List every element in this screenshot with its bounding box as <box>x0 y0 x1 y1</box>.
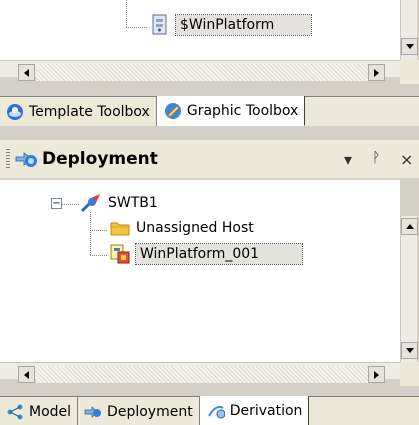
scroll-down-button[interactable] <box>401 38 418 55</box>
scroll-right-button[interactable] <box>368 366 385 383</box>
tree-item-galaxy[interactable]: SWTB1 <box>80 193 158 213</box>
folder-icon <box>110 222 130 236</box>
drag-grip-icon[interactable] <box>6 149 10 169</box>
panel-title: Deployment <box>42 149 158 169</box>
pin-icon[interactable]: ᚹ <box>372 150 380 166</box>
scroll-left-button[interactable] <box>18 366 35 383</box>
template-toolbox-icon <box>7 103 23 120</box>
tree-item-label: $WinPlatform <box>175 14 312 36</box>
tree-item-unassigned-host[interactable]: Unassigned Host <box>110 219 254 237</box>
model-icon <box>7 404 23 419</box>
tree-item-label: Unassigned Host <box>136 220 254 236</box>
chevron-down-icon <box>405 44 414 49</box>
platform-icon <box>110 244 130 264</box>
chevron-up-icon <box>405 224 414 229</box>
tab-label: Model <box>29 403 72 420</box>
scroll-up-button[interactable] <box>401 218 418 235</box>
tree-item-winplatform-template[interactable]: $WinPlatform <box>150 14 312 36</box>
scroll-track[interactable] <box>36 64 368 81</box>
chevron-right-icon <box>374 68 379 77</box>
scroll-corner <box>400 362 419 386</box>
tree-item-label: WinPlatform_001 <box>135 243 303 265</box>
scroll-right-button[interactable] <box>368 64 385 81</box>
tree-line <box>62 204 80 205</box>
tab-label: Deployment <box>107 403 193 420</box>
chevron-left-icon <box>24 68 29 77</box>
deployment-vertical-scrollbar[interactable] <box>400 216 417 362</box>
tab-graphic-toolbox[interactable]: Graphic Toolbox <box>156 96 306 126</box>
toolbox-tabbar: Template Toolbox Graphic Toolbox <box>0 96 419 126</box>
scroll-left-button[interactable] <box>18 64 35 81</box>
graphic-toolbox-icon <box>164 102 181 119</box>
tab-model[interactable]: Model <box>0 397 79 425</box>
chevron-down-icon <box>405 348 414 353</box>
tab-label: Template Toolbox <box>29 103 150 120</box>
tab-deployment[interactable]: Deployment <box>78 397 200 425</box>
scroll-track[interactable] <box>36 366 368 383</box>
derivation-icon <box>207 405 225 418</box>
tab-label: Graphic Toolbox <box>186 102 299 119</box>
deployment-icon <box>84 405 102 418</box>
chevron-left-icon <box>24 370 29 379</box>
tree-line <box>90 255 108 256</box>
tab-label: Derivation <box>229 402 303 419</box>
close-icon[interactable]: × <box>400 150 413 169</box>
tree-item-winplatform[interactable]: WinPlatform_001 <box>110 243 303 265</box>
tree-line <box>90 212 91 256</box>
collapse-icon[interactable]: − <box>51 198 62 209</box>
template-platform-icon <box>152 14 167 35</box>
panel-menu-dropdown[interactable]: ▾ <box>344 150 352 169</box>
scroll-corner <box>400 60 419 84</box>
tree-line <box>126 0 127 28</box>
tree-line <box>90 230 108 231</box>
scroll-down-button[interactable] <box>401 342 418 359</box>
tab-derivation[interactable]: Derivation <box>199 396 310 425</box>
deployment-icon <box>15 152 37 167</box>
deployment-panel-header: Deployment ▾ ᚹ × <box>0 140 419 178</box>
tree-line <box>126 27 148 28</box>
tab-template-toolbox[interactable]: Template Toolbox <box>0 97 157 126</box>
tree-item-label: SWTB1 <box>108 195 158 211</box>
galaxy-icon <box>80 194 100 213</box>
view-tabbar: Model Deployment Derivation <box>0 396 419 425</box>
chevron-right-icon <box>374 370 379 379</box>
